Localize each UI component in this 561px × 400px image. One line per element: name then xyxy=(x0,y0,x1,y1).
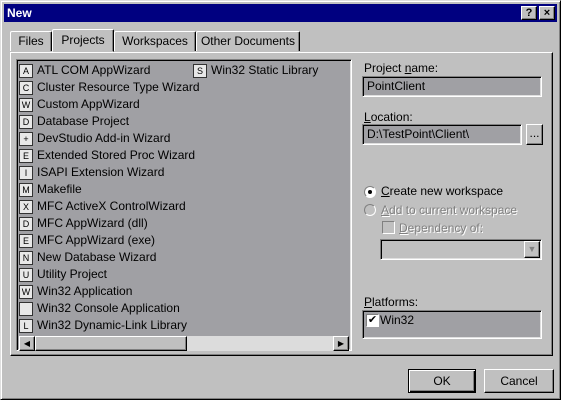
custom-wizard-icon: W xyxy=(19,98,33,112)
list-item-label: Cluster Resource Type Wizard xyxy=(37,80,200,94)
platform-win32-checkbox[interactable]: ✔ xyxy=(366,314,379,327)
list-item-label: Win32 Static Library xyxy=(211,63,319,77)
new-database-icon: N xyxy=(19,251,33,265)
isapi-wizard-icon: I xyxy=(19,166,33,180)
addin-wizard-icon: + xyxy=(19,132,33,146)
list-item-label: MFC ActiveX ControlWizard xyxy=(37,199,186,213)
utility-project-icon: U xyxy=(19,268,33,282)
list-item-label: Custom AppWizard xyxy=(37,97,140,111)
list-item-label: Win32 Application xyxy=(37,284,133,298)
mfc-dll-icon: D xyxy=(19,217,33,231)
add-to-current-workspace-label: Add to current workspace xyxy=(381,203,518,217)
tab-projects[interactable]: Projects xyxy=(52,29,114,52)
chevron-down-icon[interactable]: ▼ xyxy=(524,241,540,258)
title-bar: New ? × xyxy=(4,4,557,22)
list-item-label: DevStudio Add-in Wizard xyxy=(37,131,171,145)
window-title: New xyxy=(7,6,32,20)
dependency-label: Dependency of: xyxy=(399,221,484,235)
ok-button[interactable]: OK xyxy=(408,369,476,393)
tab-other-documents[interactable]: Other Documents xyxy=(196,31,300,51)
platforms-list[interactable]: ✔ Win32 xyxy=(362,310,542,339)
list-item-label: Database Project xyxy=(37,114,130,128)
list-item-label: ISAPI Extension Wizard xyxy=(37,165,165,179)
create-new-workspace-radio[interactable] xyxy=(364,186,376,198)
add-to-current-workspace-radio[interactable] xyxy=(364,204,376,216)
create-new-workspace-label[interactable]: Create new workspace xyxy=(381,184,503,198)
platform-win32-label: Win32 xyxy=(380,313,415,327)
project-name-label: Project name: xyxy=(364,61,439,75)
list-item-label: MFC AppWizard (dll) xyxy=(37,216,148,230)
dependency-checkbox[interactable] xyxy=(382,221,395,234)
database-project-icon: D xyxy=(19,115,33,129)
list-item-label: New Database Wizard xyxy=(37,250,157,264)
win32-app-icon: W xyxy=(19,285,33,299)
platforms-label: Platforms: xyxy=(364,295,419,309)
project-type-list[interactable]: A ATL COM AppWizard C Cluster Resource Type… xyxy=(16,59,352,351)
mfc-exe-icon: E xyxy=(19,234,33,248)
browse-button[interactable]: ... xyxy=(526,124,543,145)
list-item-label: Win32 Console Application xyxy=(37,301,180,315)
dependency-dropdown[interactable]: ▼ xyxy=(380,239,542,260)
makefile-icon: M xyxy=(19,183,33,197)
cluster-wizard-icon: C xyxy=(19,81,33,95)
activex-wizard-icon: X xyxy=(19,200,33,214)
list-item-label: ATL COM AppWizard xyxy=(37,63,151,77)
list-item-label: Utility Project xyxy=(37,267,108,281)
list-item-label: Makefile xyxy=(37,182,82,196)
win32-static-lib-icon: S xyxy=(193,64,207,78)
location-label: Location: xyxy=(364,110,413,124)
scroll-thumb[interactable] xyxy=(35,336,187,351)
tab-files[interactable]: Files xyxy=(10,31,52,51)
project-name-input[interactable]: PointClient xyxy=(362,76,542,97)
cancel-button[interactable]: Cancel xyxy=(484,369,554,393)
scroll-left-icon[interactable]: ◀ xyxy=(19,336,35,351)
win32-console-icon xyxy=(19,302,33,316)
close-button[interactable]: × xyxy=(539,6,555,20)
atl-wizard-icon: A xyxy=(19,64,33,78)
scroll-right-icon[interactable]: ▶ xyxy=(333,336,349,351)
tab-workspaces[interactable]: Workspaces xyxy=(114,31,196,51)
horizontal-scrollbar[interactable]: ◀ ▶ xyxy=(19,336,349,351)
stored-proc-icon: E xyxy=(19,149,33,163)
win32-dll-icon: L xyxy=(19,319,33,333)
list-item-label: Extended Stored Proc Wizard xyxy=(37,148,196,162)
list-item-label: Win32 Dynamic-Link Library xyxy=(37,318,188,332)
location-input[interactable]: D:\TestPoint\Client\ xyxy=(362,124,522,145)
help-button[interactable]: ? xyxy=(521,6,537,20)
list-item-label: MFC AppWizard (exe) xyxy=(37,233,156,247)
